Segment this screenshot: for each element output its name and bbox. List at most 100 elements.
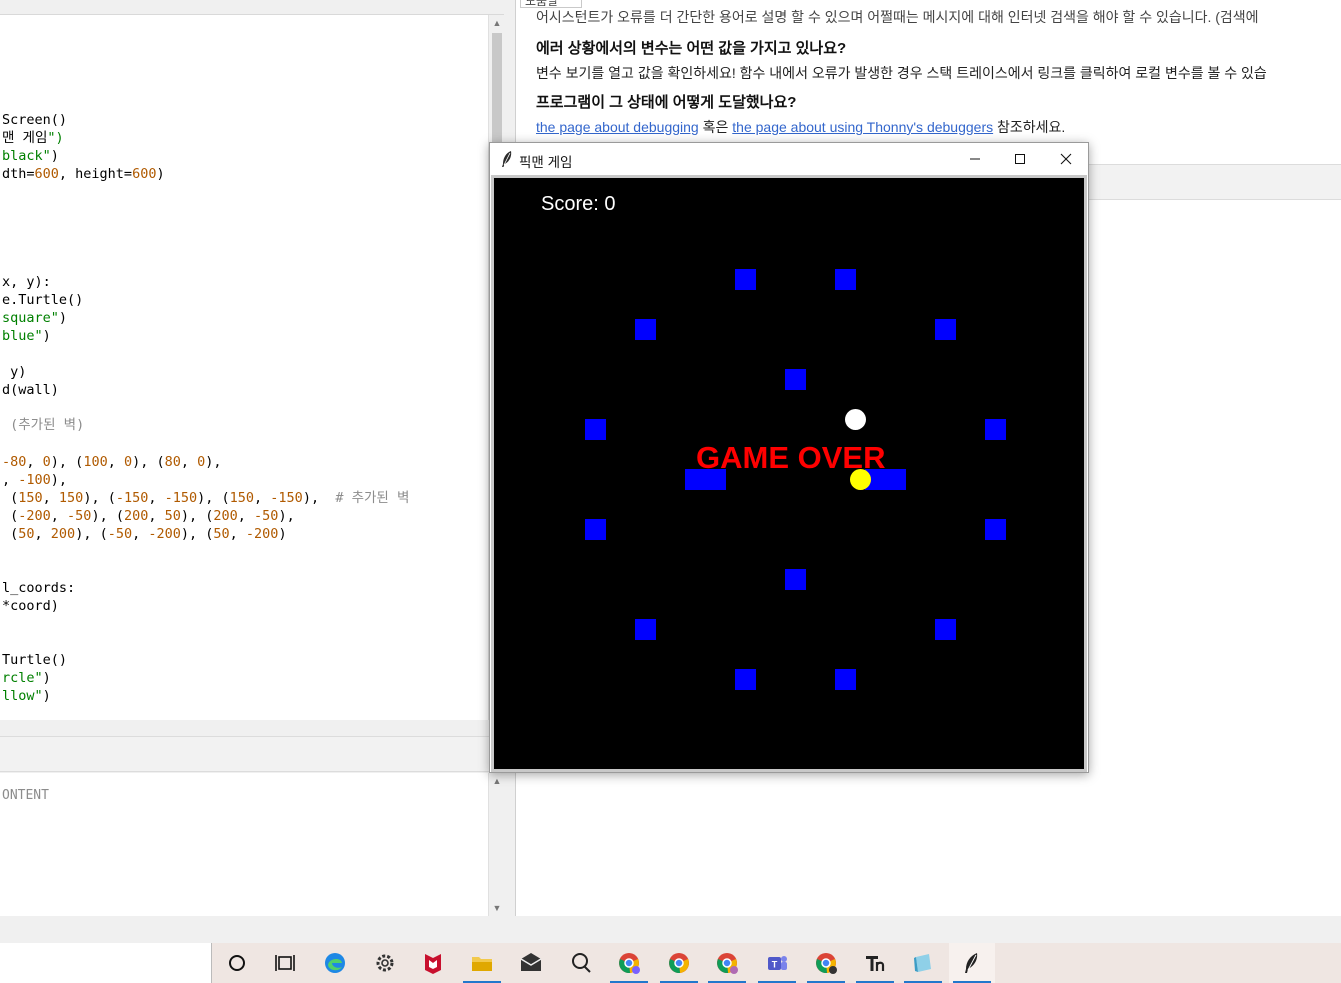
score-label: Score: 0 — [541, 193, 616, 215]
code-token: # 추가된 벽 — [335, 490, 410, 506]
taskbar-button-feedback[interactable] — [558, 943, 604, 983]
file-explorer-icon — [472, 957, 492, 971]
code-token: , — [42, 490, 59, 506]
taskbar-search-box[interactable] — [0, 943, 212, 983]
close-button[interactable] — [1043, 143, 1089, 175]
cortana-icon — [229, 955, 245, 971]
help-tab[interactable]: 도움말 — [520, 0, 582, 8]
game-canvas[interactable]: Score: 0 GAME OVER — [494, 178, 1084, 769]
code-token: 50 — [18, 526, 35, 542]
turtle-game-window[interactable]: 픽맨 게임 Score: 0 GAME OVER — [489, 142, 1089, 773]
code-token: black" — [2, 148, 51, 164]
code-line: , -100), — [2, 471, 67, 489]
code-token: blue" — [2, 328, 43, 344]
code-line: llow") — [2, 687, 51, 705]
taskbar-button-task-view[interactable] — [262, 943, 308, 983]
editor-horizontal-scrollbar[interactable] — [0, 720, 504, 736]
taskbar-button-mcafee[interactable] — [410, 943, 456, 983]
maximize-button[interactable] — [997, 143, 1043, 175]
taskbar-button-teams[interactable]: T — [754, 943, 800, 983]
code-token: -50 — [67, 508, 92, 524]
code-token: 0 — [123, 454, 133, 470]
code-token: , — [237, 508, 255, 524]
taskbar-button-thonny[interactable] — [852, 943, 898, 983]
code-token: ), ( — [197, 490, 230, 506]
code-line: l_coords: — [2, 579, 75, 597]
maximize-icon — [1015, 154, 1025, 164]
code-token: ) — [278, 526, 287, 542]
wall-block — [884, 468, 906, 490]
code-token: , height= — [58, 166, 133, 182]
help-heading-variables: 에러 상황에서의 변수는 어떤 값을 가지고 있나요? — [536, 40, 847, 57]
taskbar-button-edge[interactable] — [312, 943, 358, 983]
code-editor[interactable]: Screen() 맨 게임") black") dth=600, height=600… — [0, 14, 504, 720]
code-token: , — [180, 454, 198, 470]
taskbar-button-mail[interactable] — [508, 943, 554, 983]
scroll-up-arrow-icon[interactable]: ▲ — [489, 15, 504, 31]
code-line: 맨 게임") — [2, 129, 64, 147]
code-token: , — [132, 526, 149, 542]
taskbar-button-file-explorer[interactable] — [459, 943, 505, 983]
taskbar-button-chrome-profile-1[interactable] — [606, 943, 652, 983]
code-token: 50 — [164, 508, 181, 524]
feather-icon — [502, 151, 512, 167]
code-token: , — [254, 490, 271, 506]
link-debugging-page[interactable]: the page about debugging — [536, 119, 699, 135]
wall-block — [634, 318, 656, 340]
code-token: x, y): — [2, 274, 51, 290]
minimize-icon — [970, 158, 980, 160]
code-token: l_coords: — [2, 580, 76, 596]
teams-icon: T — [768, 956, 787, 970]
code-token: ), ( — [83, 490, 116, 506]
code-token: -80 — [2, 454, 27, 470]
code-token: ), ( — [180, 526, 214, 542]
taskbar-button-notepad[interactable] — [900, 943, 946, 983]
code-token: 0 — [42, 454, 51, 470]
code-line: (-200, -50), (200, 50), (200, -50), — [2, 507, 295, 525]
python-feather-icon — [965, 953, 978, 973]
minimize-button[interactable] — [952, 143, 998, 175]
code-token: , — [148, 490, 165, 506]
code-line: (50, 200), (-50, -200), (50, -200) — [2, 525, 287, 543]
taskbar-button-chrome-profile-3[interactable] — [803, 943, 849, 983]
code-line: Turtle() — [2, 651, 67, 669]
code-token: , — [107, 454, 124, 470]
shell-panel[interactable]: ONTENT ▲ ▼ — [0, 773, 504, 916]
code-token: ), ( — [50, 454, 84, 470]
code-token: 맨 게임 — [2, 130, 48, 146]
shell-scrollbar[interactable]: ▲ ▼ — [488, 773, 504, 916]
help-paragraph-variables: 변수 보기를 열고 값을 확인하세요! 함수 내에서 오류가 발생한 경우 스택… — [536, 65, 1267, 81]
taskbar-button-chrome-profile-2[interactable] — [704, 943, 750, 983]
help-cut-line: 어시스턴트가 오류를 더 간단한 용어로 설명 할 수 있으며 어쩔때는 메시지… — [536, 9, 1259, 25]
code-area[interactable]: Screen() 맨 게임") black") dth=600, height=600… — [2, 15, 488, 720]
close-icon — [1060, 153, 1072, 165]
code-line: *coord) — [2, 597, 59, 615]
code-token: 150 — [229, 490, 255, 506]
code-line: (150, 150), (-150, -150), (150, -150), #… — [2, 489, 409, 507]
shell-scroll-down-icon[interactable]: ▼ — [489, 900, 504, 916]
code-token: ( — [2, 490, 19, 506]
link-debuggers-page[interactable]: the page about using Thonny's debuggers — [732, 119, 993, 135]
wall-block — [834, 668, 856, 690]
taskbar-button-settings[interactable] — [362, 943, 408, 983]
code-line: blue") — [2, 327, 51, 345]
code-token: -150 — [270, 490, 303, 506]
shell-tab-bar — [0, 736, 504, 772]
code-line: e.Turtle() — [2, 291, 83, 309]
code-token: ) — [42, 328, 51, 344]
taskbar-button-python-feather[interactable] — [949, 943, 995, 983]
taskbar: T — [0, 943, 1341, 983]
code-token: 600 — [132, 166, 157, 182]
shell-scroll-up-icon[interactable]: ▲ — [489, 773, 504, 789]
code-token: ), ( — [180, 508, 214, 524]
taskbar-button-cortana[interactable] — [214, 943, 260, 983]
screen: Screen() 맨 게임") black") dth=600, height=600… — [0, 0, 1341, 983]
code-line: (추가된 벽) — [2, 416, 84, 434]
taskbar-button-chrome[interactable] — [656, 943, 702, 983]
window-titlebar[interactable]: 픽맨 게임 — [490, 143, 1088, 175]
code-token: ) — [58, 310, 68, 326]
code-line: y) — [2, 363, 26, 381]
code-token: ), — [302, 490, 336, 506]
wall-block — [784, 568, 806, 590]
code-token: -200 — [148, 526, 181, 542]
